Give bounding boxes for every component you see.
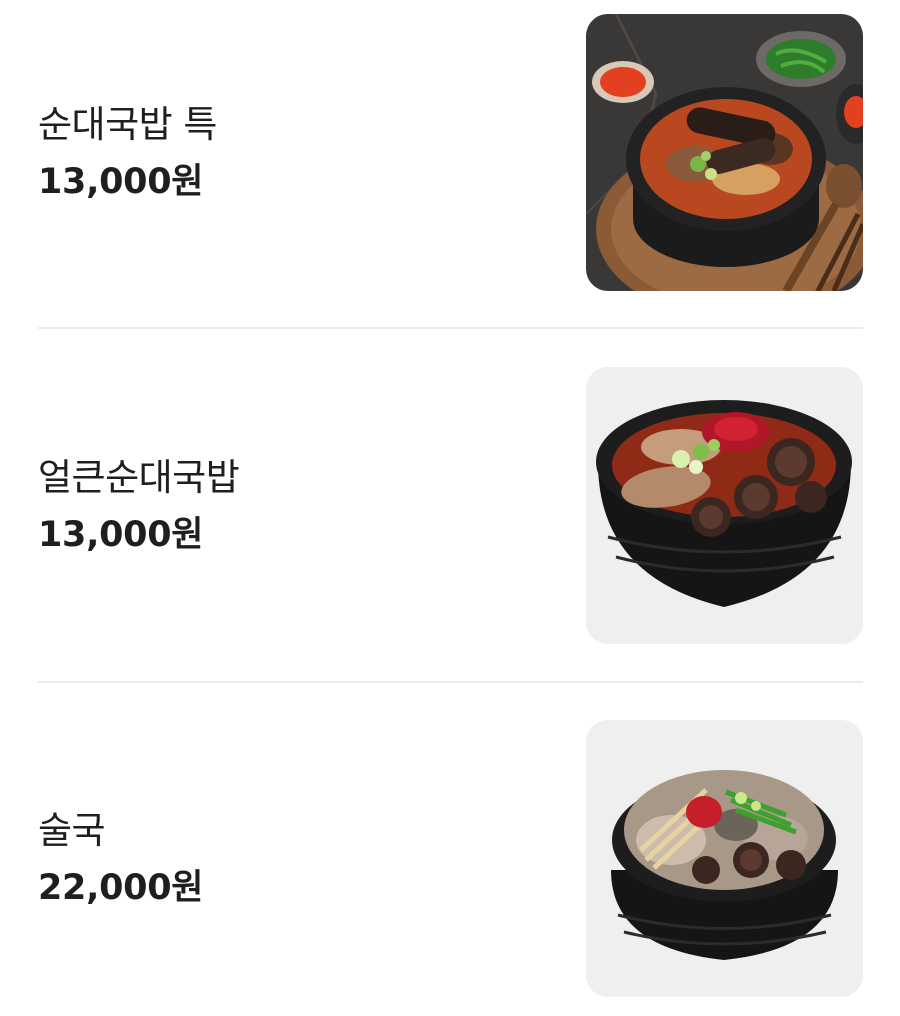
menu-list: 순대국밥 특 13,000원 얼큰순대국밥 13,000원 술국 22,000원: [0, 0, 900, 1016]
sundae-gukbap-special-photo: [586, 14, 863, 291]
menu-item-text: 순대국밥 특 13,000원: [38, 102, 538, 204]
menu-divider: [38, 681, 863, 683]
menu-item-text: 얼큰순대국밥 13,000원: [38, 455, 538, 557]
menu-divider: [38, 327, 863, 329]
menu-item-price: 13,000원: [38, 514, 204, 555]
menu-item-photo[interactable]: [586, 14, 863, 291]
menu-item-sulguk[interactable]: 술국 22,000원: [38, 720, 863, 997]
menu-item-text: 술국 22,000원: [38, 808, 538, 910]
menu-item-price: 22,000원: [38, 867, 204, 908]
menu-item-spicy-sundae-gukbap[interactable]: 얼큰순대국밥 13,000원: [38, 367, 863, 644]
menu-item-photo[interactable]: [586, 720, 863, 997]
menu-item-name: 얼큰순대국밥: [38, 455, 240, 499]
menu-item-price: 13,000원: [38, 161, 204, 202]
menu-item-name: 순대국밥 특: [38, 102, 217, 146]
menu-item-photo[interactable]: [586, 367, 863, 644]
spicy-sundae-gukbap-photo: [586, 367, 863, 644]
sulguk-photo: [586, 720, 863, 997]
menu-item-sundae-gukbap-special[interactable]: 순대국밥 특 13,000원: [38, 14, 863, 291]
menu-item-name: 술국: [38, 808, 106, 852]
